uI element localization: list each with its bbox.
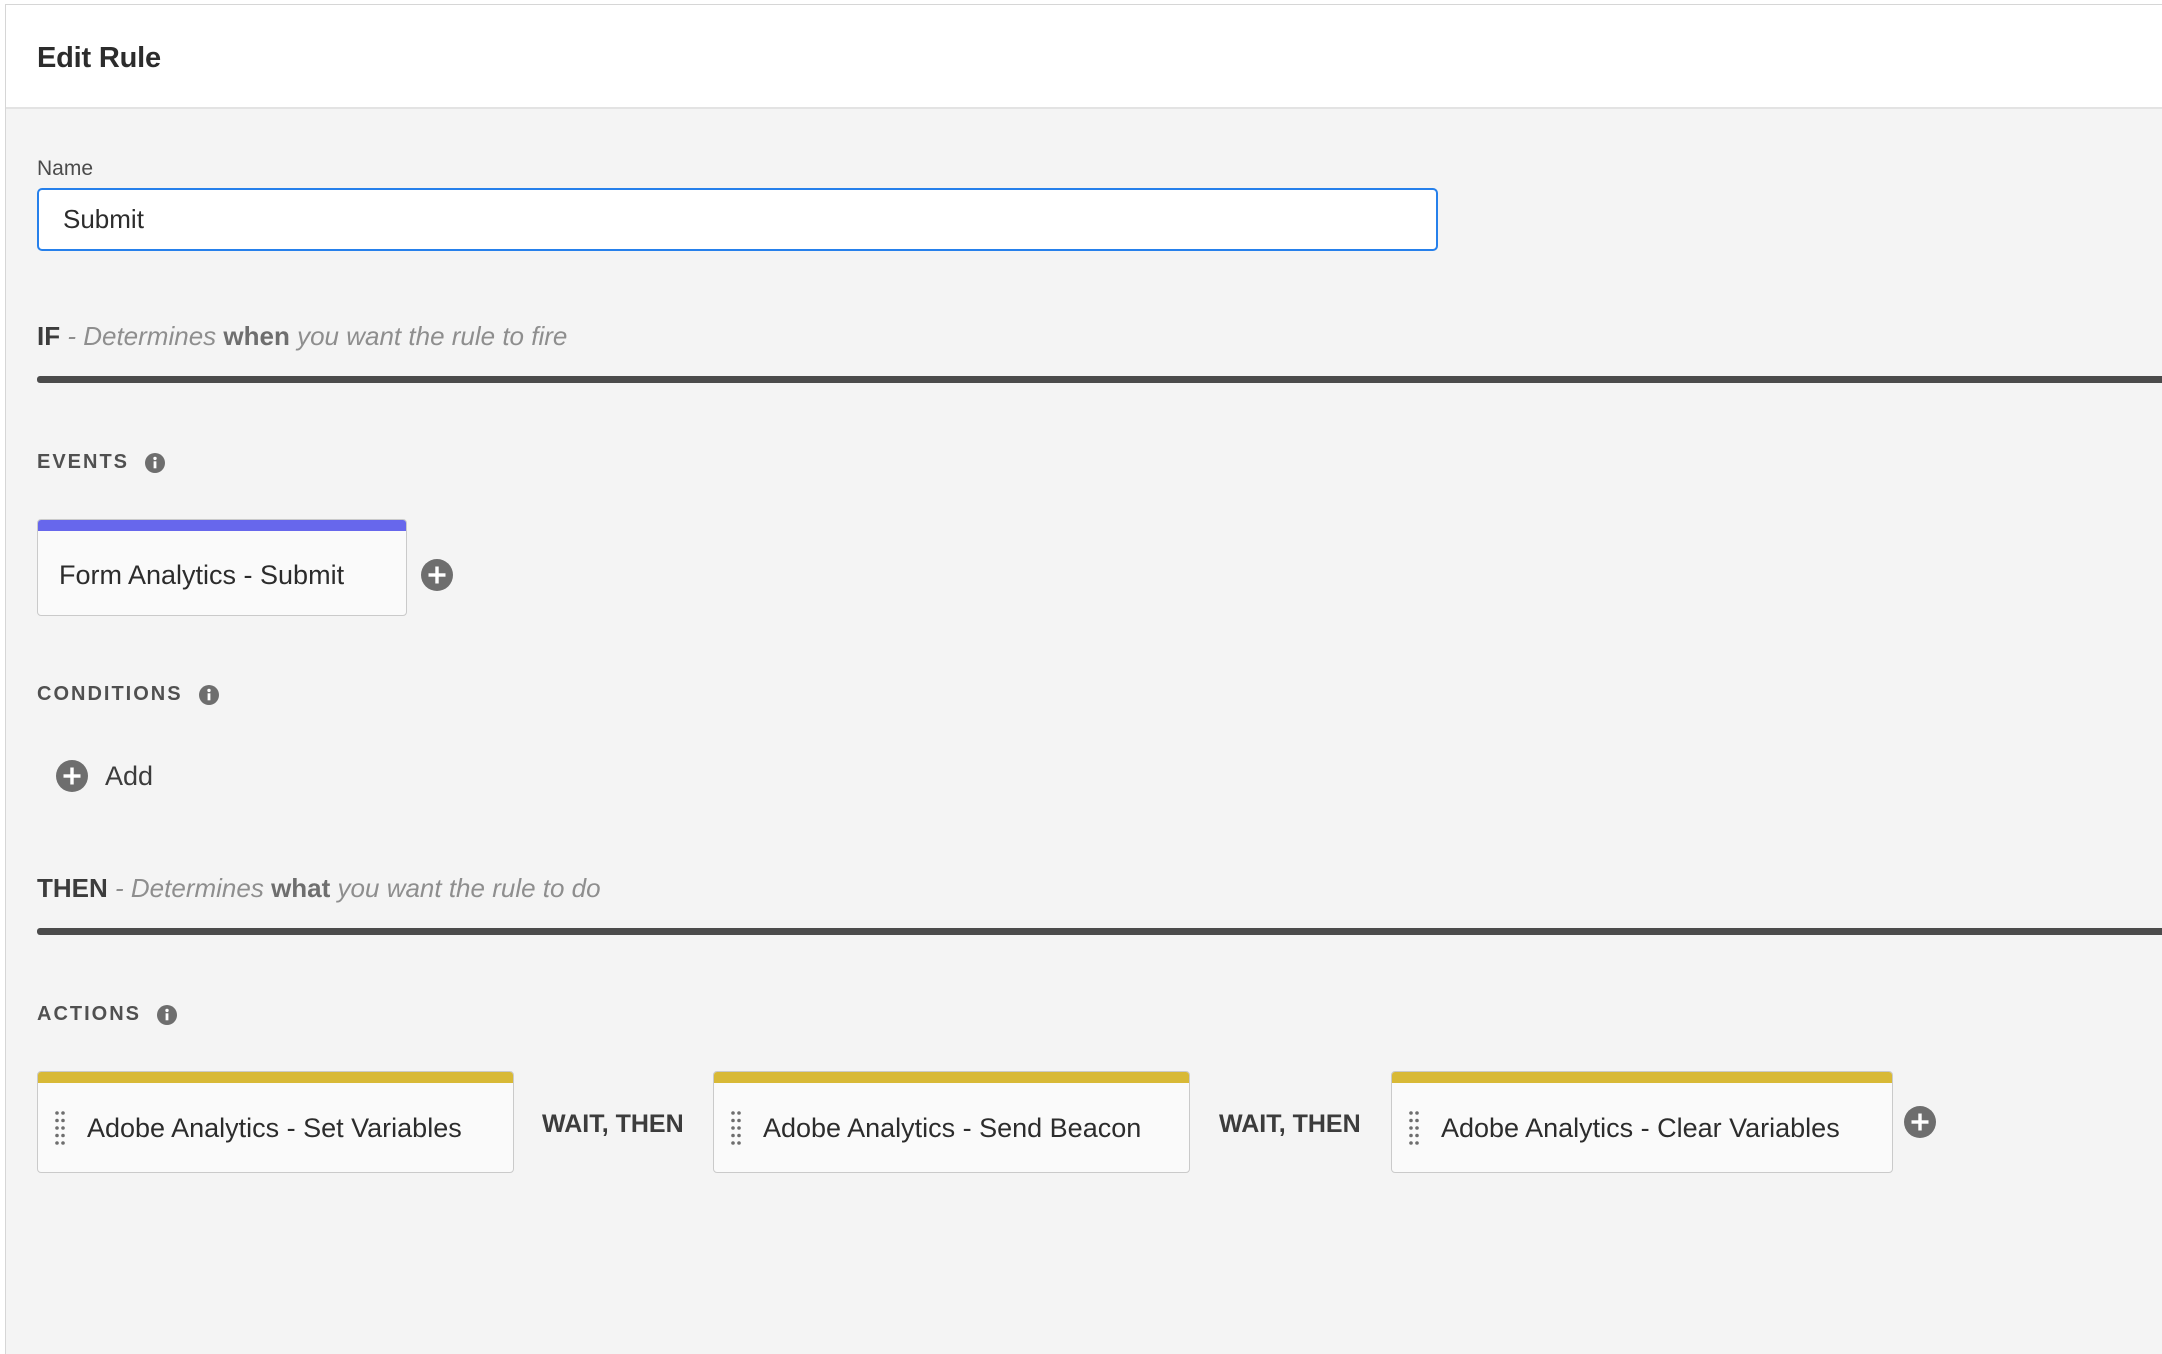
- action-card-color-bar: [1392, 1072, 1892, 1083]
- action-card-color-bar: [714, 1072, 1189, 1083]
- actions-heading: ACTIONS: [37, 1003, 177, 1026]
- action-card-color-bar: [38, 1072, 513, 1083]
- add-action-plus-icon[interactable]: [1903, 1105, 1937, 1139]
- wait-then-separator: WAIT, THEN: [1219, 1110, 1361, 1138]
- conditions-heading: CONDITIONS: [37, 683, 219, 706]
- if-keyword: IF: [37, 321, 61, 351]
- plus-circle-icon: [56, 760, 88, 792]
- action-card[interactable]: Adobe Analytics - Send Beacon: [713, 1071, 1190, 1173]
- action-card-label: Adobe Analytics - Set Variables: [87, 1113, 462, 1143]
- event-card[interactable]: Form Analytics - Submit: [37, 519, 407, 616]
- actions-heading-label: ACTIONS: [37, 1003, 141, 1025]
- then-keyword: THEN: [37, 873, 108, 903]
- if-section-heading: IF - Determines when you want the rule t…: [37, 321, 567, 352]
- action-card[interactable]: Adobe Analytics - Set Variables: [37, 1071, 514, 1173]
- events-heading: EVENTS: [37, 451, 166, 474]
- add-event-plus-icon[interactable]: [420, 558, 454, 592]
- if-description-emphasis: when: [223, 321, 290, 351]
- then-description-prefix: - Determines: [115, 873, 264, 903]
- then-description-suffix: you want the rule to do: [337, 873, 601, 903]
- if-description-suffix: you want the rule to fire: [297, 321, 568, 351]
- drag-handle-icon[interactable]: [730, 1110, 742, 1146]
- events-heading-label: EVENTS: [37, 451, 130, 473]
- rule-name-input[interactable]: [37, 188, 1438, 251]
- event-card-color-bar: [38, 520, 406, 531]
- action-card-label: Adobe Analytics - Clear Variables: [1441, 1113, 1840, 1143]
- if-section-divider: [37, 376, 2162, 383]
- then-description-emphasis: what: [271, 873, 331, 903]
- panel-header: Edit Rule: [6, 5, 2162, 109]
- then-section-divider: [37, 928, 2162, 935]
- if-description-prefix: - Determines: [67, 321, 217, 351]
- page-title: Edit Rule: [37, 42, 161, 74]
- info-icon[interactable]: [198, 684, 219, 705]
- add-condition-button[interactable]: Add: [55, 759, 153, 793]
- event-card-label: Form Analytics - Submit: [59, 560, 345, 590]
- rule-editor-panel: Edit Rule Name IF - Determines when you …: [5, 4, 2162, 1354]
- wait-then-separator: WAIT, THEN: [542, 1110, 684, 1138]
- drag-handle-icon[interactable]: [1408, 1110, 1420, 1146]
- action-card-label: Adobe Analytics - Send Beacon: [763, 1113, 1142, 1143]
- name-field-label: Name: [37, 157, 94, 180]
- add-condition-label: Add: [105, 760, 154, 791]
- drag-handle-icon[interactable]: [54, 1110, 66, 1146]
- then-section-heading: THEN - Determines what you want the rule…: [37, 873, 601, 904]
- conditions-heading-label: CONDITIONS: [37, 683, 183, 705]
- info-icon[interactable]: [157, 1004, 177, 1025]
- info-icon[interactable]: [145, 452, 166, 473]
- action-card[interactable]: Adobe Analytics - Clear Variables: [1391, 1071, 1893, 1173]
